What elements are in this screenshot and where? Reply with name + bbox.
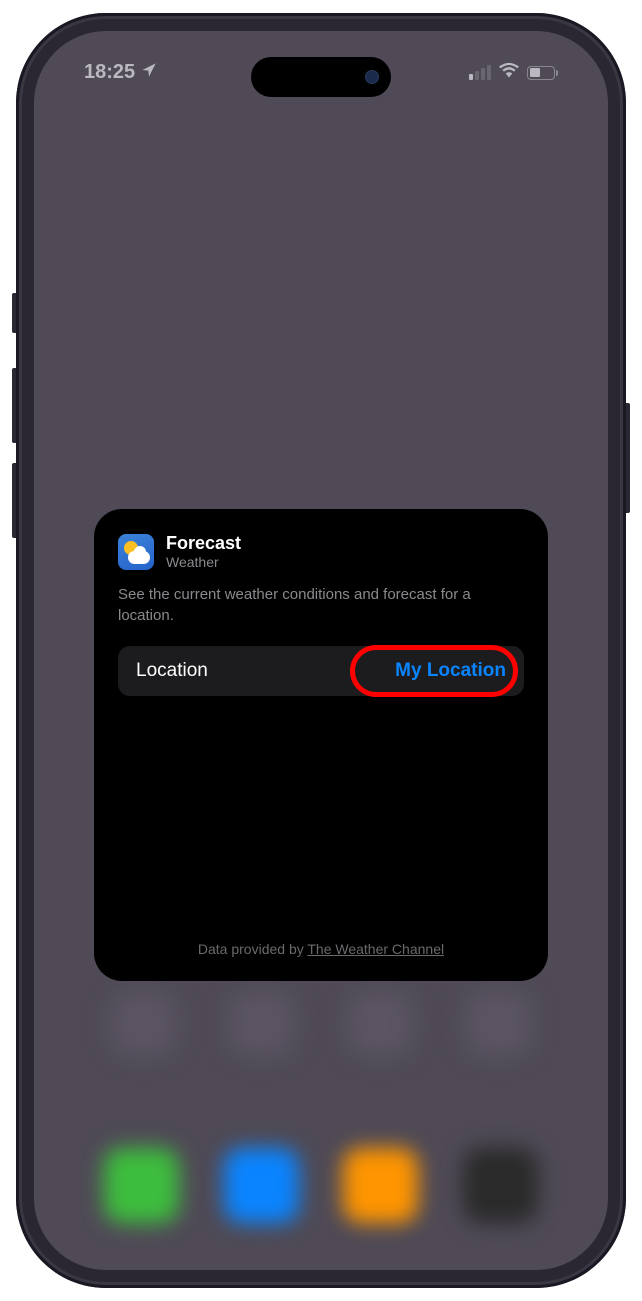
front-camera bbox=[365, 70, 379, 84]
widget-footer: Data provided by The Weather Channel bbox=[94, 941, 548, 957]
dock-blurred bbox=[72, 1130, 570, 1240]
wifi-icon bbox=[499, 61, 519, 84]
status-time: 18:25 bbox=[84, 61, 135, 84]
volume-down-button bbox=[12, 463, 16, 538]
widget-title: Forecast bbox=[166, 533, 241, 554]
weather-channel-link[interactable]: The Weather Channel bbox=[307, 941, 444, 957]
dock-app-icon bbox=[224, 1148, 299, 1223]
mute-switch bbox=[12, 293, 16, 333]
home-screen-icons-blurred bbox=[84, 991, 558, 1061]
location-label: Location bbox=[136, 660, 208, 682]
dock-app-icon bbox=[463, 1148, 538, 1223]
status-bar-right bbox=[469, 61, 558, 84]
power-button bbox=[626, 403, 630, 513]
weather-app-icon bbox=[118, 534, 154, 570]
status-bar-left: 18:25 bbox=[84, 61, 157, 84]
volume-up-button bbox=[12, 368, 16, 443]
screen: 18:25 bbox=[34, 31, 608, 1270]
location-setting-row[interactable]: Location My Location bbox=[118, 646, 524, 696]
location-value[interactable]: My Location bbox=[395, 660, 506, 682]
cellular-signal-icon bbox=[469, 66, 491, 80]
widget-subtitle: Weather bbox=[166, 554, 241, 570]
widget-title-group: Forecast Weather bbox=[166, 533, 241, 570]
widget-settings-modal: Forecast Weather See the current weather… bbox=[94, 509, 548, 981]
dock-app-icon bbox=[104, 1148, 179, 1223]
dock-app-icon bbox=[343, 1148, 418, 1223]
dynamic-island bbox=[251, 57, 391, 97]
widget-description: See the current weather conditions and f… bbox=[118, 584, 524, 626]
battery-icon bbox=[527, 66, 558, 80]
widget-header: Forecast Weather bbox=[118, 533, 524, 570]
phone-frame: 18:25 bbox=[16, 13, 626, 1288]
footer-prefix: Data provided by bbox=[198, 941, 307, 957]
location-services-icon bbox=[141, 62, 157, 83]
